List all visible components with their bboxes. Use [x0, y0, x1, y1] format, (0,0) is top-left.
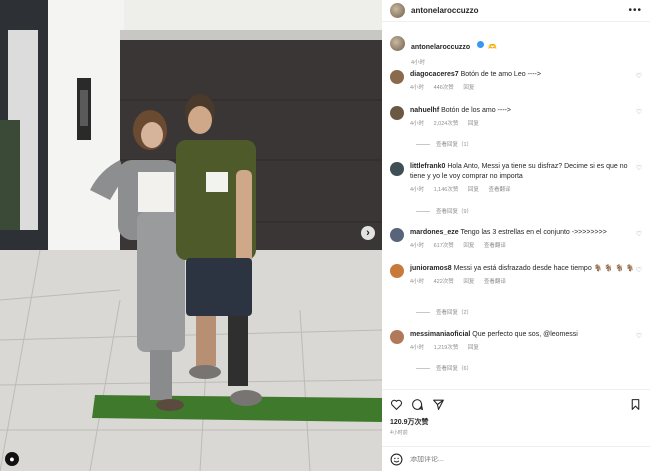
comment-translate-button[interactable]: 查看翻译 — [484, 243, 506, 249]
comment-likes[interactable]: 1,146次赞 — [434, 187, 459, 193]
comment-text: Que perfecto que sos, @leomessi — [472, 331, 578, 338]
caption-emoji: 🫶 — [488, 44, 497, 51]
comment-like-heart-icon[interactable]: ♡ — [636, 164, 642, 172]
comment-row: nahuelhf Botón de los amo ----> 4小时 2,02… — [390, 106, 642, 127]
view-replies-button[interactable]: 查看回复（2） — [416, 308, 472, 316]
comment-icon[interactable] — [411, 398, 424, 411]
smiley-icon[interactable] — [390, 453, 403, 466]
comment-likes[interactable]: 617次赞 — [434, 243, 454, 249]
commenter-avatar[interactable] — [390, 162, 404, 176]
comment-reply-button[interactable]: 回复 — [463, 243, 474, 249]
post-actions: 120.9万次赞 4小时前 — [382, 389, 650, 436]
caption-time: 4小时 — [411, 60, 426, 66]
comment-text: Messi ya está disfrazado desde hace tiem… — [453, 265, 635, 272]
comment-row: diagocaceres7 Botón de te amo Leo ----> … — [390, 70, 642, 91]
verified-badge-icon — [476, 41, 484, 49]
comment-reply-button[interactable]: 回复 — [468, 345, 479, 351]
comment-time: 4小时 — [410, 279, 425, 285]
comment-likes[interactable]: 2,024次赞 — [434, 121, 459, 127]
comment-time: 4小时 — [410, 85, 425, 91]
comment-like-heart-icon[interactable]: ♡ — [636, 230, 642, 238]
comment-username[interactable]: littlefrank0 — [410, 163, 445, 170]
comment-time: 4小时 — [410, 121, 425, 127]
comment-username[interactable]: mardones_eze — [410, 229, 459, 236]
send-icon[interactable] — [432, 398, 445, 411]
comment-like-heart-icon[interactable]: ♡ — [636, 72, 642, 80]
view-replies-button[interactable]: 查看回复（1） — [416, 140, 472, 148]
comment-likes[interactable]: 1,219次赞 — [434, 345, 459, 351]
author-username[interactable]: antonelaroccuzzo — [411, 6, 479, 15]
comment-row: mardones_eze Tengo las 3 estrellas en el… — [390, 228, 642, 249]
comment-reply-button[interactable]: 回复 — [468, 187, 479, 193]
post-header: antonelaroccuzzo ••• — [382, 0, 650, 22]
comment-like-heart-icon[interactable]: ♡ — [636, 332, 642, 340]
comment-text: Botón de te amo Leo ----> — [460, 71, 541, 78]
commenter-avatar[interactable] — [390, 106, 404, 120]
next-photo-button[interactable]: › — [361, 226, 375, 240]
likes-count[interactable]: 120.9万次赞 — [390, 417, 642, 427]
comment-like-heart-icon[interactable]: ♡ — [636, 266, 642, 274]
heart-icon[interactable] — [390, 398, 403, 411]
author-avatar[interactable] — [390, 3, 405, 18]
add-comment-input[interactable] — [410, 455, 642, 463]
comment-username[interactable]: diagocaceres7 — [410, 71, 459, 78]
caption-username[interactable]: antonelaroccuzzo — [411, 44, 470, 51]
caption-row: antonelaroccuzzo 🫶 4小时 — [382, 22, 650, 66]
comment-likes[interactable]: 446次赞 — [434, 85, 454, 91]
photo-illustration — [0, 0, 382, 471]
comments-list[interactable]: antonelaroccuzzo 🫶 4小时 diagocaceres7 Bot… — [382, 22, 650, 384]
post-photo[interactable]: › ● — [0, 0, 382, 471]
tagged-users-icon[interactable]: ● — [5, 452, 19, 466]
commenter-avatar[interactable] — [390, 264, 404, 278]
commenter-avatar[interactable] — [390, 70, 404, 84]
add-comment-bar — [382, 446, 650, 471]
comment-reply-button[interactable]: 回复 — [468, 121, 479, 127]
comment-row: junioramos8 Messi ya está disfrazado des… — [390, 264, 642, 285]
comment-username[interactable]: nahuelhf — [410, 107, 439, 114]
commenter-avatar[interactable] — [390, 228, 404, 242]
post-detail-panel: antonelaroccuzzo ••• antonelaroccuzzo 🫶 … — [382, 0, 650, 471]
comment-text: Botón de los amo ----> — [441, 107, 511, 114]
bookmark-icon[interactable] — [629, 398, 642, 411]
comment-time: 4小时 — [410, 345, 425, 351]
comment-reply-button[interactable]: 回复 — [463, 85, 474, 91]
caption-avatar[interactable] — [390, 36, 405, 51]
view-replies-button[interactable]: 查看回复（9） — [416, 207, 472, 215]
more-horizontal-icon[interactable]: ••• — [628, 5, 642, 16]
comment-reply-button[interactable]: 回复 — [463, 279, 474, 285]
comment-username[interactable]: messimaniaoficial — [410, 331, 470, 338]
comment-translate-button[interactable]: 查看翻译 — [488, 187, 510, 193]
commenter-avatar[interactable] — [390, 330, 404, 344]
comment-time: 4小时 — [410, 187, 425, 193]
comment-likes[interactable]: 422次赞 — [434, 279, 454, 285]
comment-time: 4小时 — [410, 243, 425, 249]
comment-username[interactable]: junioramos8 — [410, 265, 452, 272]
comment-row: messimaniaoficial Que perfecto que sos, … — [390, 330, 642, 351]
posted-time: 4小时前 — [390, 430, 408, 436]
comment-row: littlefrank0 Hola Anto, Messi ya tiene s… — [390, 162, 642, 193]
comment-text: Tengo las 3 estrellas en el conjunto ->>… — [460, 229, 607, 236]
comment-like-heart-icon[interactable]: ♡ — [636, 108, 642, 116]
view-replies-button[interactable]: 查看回复（6） — [416, 364, 472, 372]
comment-translate-button[interactable]: 查看翻译 — [484, 279, 506, 285]
